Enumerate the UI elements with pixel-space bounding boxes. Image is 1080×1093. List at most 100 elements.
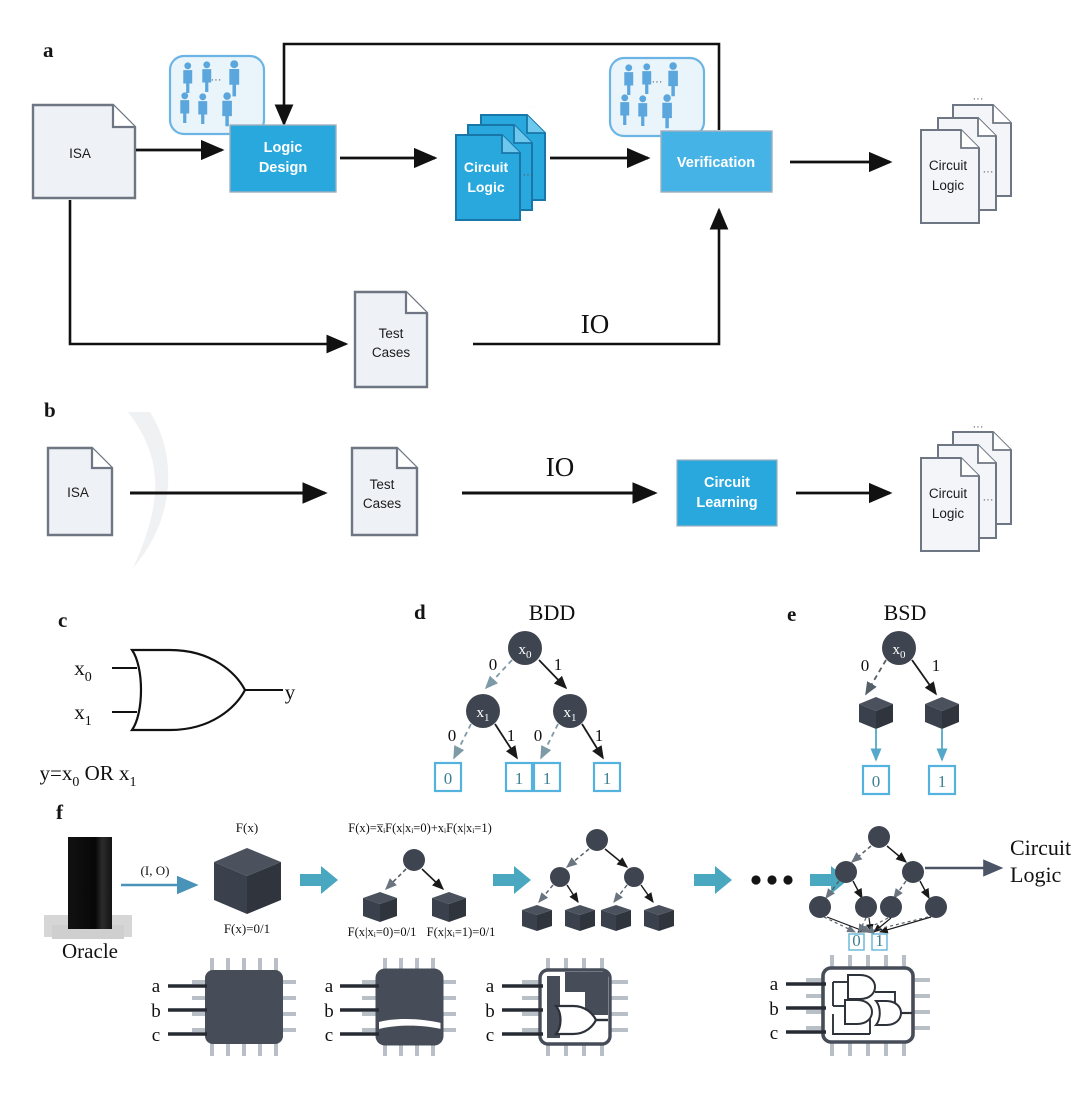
step2-edge-right bbox=[421, 868, 445, 890]
svg-text:···: ··· bbox=[983, 494, 994, 506]
pipeline-ellipsis bbox=[751, 875, 793, 885]
figure-root: a ISA ··· Logic Design Circuit Logic ···… bbox=[0, 0, 1080, 1093]
logic-design-box: Logic Design bbox=[229, 124, 337, 193]
step2-root-node bbox=[403, 849, 425, 871]
svg-text:···: ··· bbox=[983, 166, 994, 178]
step2-cube-left bbox=[363, 892, 397, 922]
chip-1-empty: a b c bbox=[151, 958, 296, 1056]
bdd-edge-l-0 bbox=[453, 723, 472, 760]
test-cases-document: Test Cases bbox=[353, 290, 429, 389]
circuit-logic-blue-line1: Circuit bbox=[464, 159, 509, 175]
or-gate-equation: y=x0 OR x1 bbox=[40, 761, 137, 790]
teal-block-arrow-3 bbox=[694, 866, 732, 894]
circuit-learning-line1: Circuit bbox=[704, 475, 750, 491]
circuit-logic-b-line1: Circuit bbox=[929, 486, 968, 501]
step4-leaf-1: 1 bbox=[871, 931, 888, 951]
test-cases-b-line2: Cases bbox=[363, 496, 402, 511]
bsd-edge-label-0: 0 bbox=[861, 656, 870, 675]
svg-text:···: ··· bbox=[973, 93, 984, 105]
panel-e-title: BSD bbox=[884, 600, 927, 625]
bdd-edge-label-2: 0 bbox=[448, 726, 457, 745]
svg-text:1: 1 bbox=[543, 769, 552, 788]
svg-text:0: 0 bbox=[444, 769, 453, 788]
panel-d-title: BDD bbox=[529, 600, 575, 625]
io-label-b: IO bbox=[546, 452, 575, 482]
isa-document-label: ISA bbox=[69, 146, 91, 161]
step2-cube-right bbox=[432, 892, 466, 922]
svg-text:1: 1 bbox=[603, 769, 612, 788]
svg-text:1: 1 bbox=[515, 769, 524, 788]
chip-2-partial: a b c bbox=[324, 958, 456, 1056]
chip-4-pin-b: b bbox=[769, 999, 779, 1020]
or-gate-input-1-label: x1 bbox=[74, 700, 92, 729]
bdd-leaf-1: 1 bbox=[504, 761, 534, 793]
panel-c-or-gate: x0 x1 y y=x0 OR x1 bbox=[40, 648, 296, 790]
io-label-a: IO bbox=[581, 309, 610, 339]
svg-text:···: ··· bbox=[211, 74, 222, 86]
chip-1-pin-c: c bbox=[152, 1025, 160, 1046]
test-cases-line2: Cases bbox=[372, 345, 411, 360]
or-gate-output-label: y bbox=[285, 680, 296, 704]
step4-final-dag: 0 1 bbox=[809, 826, 947, 951]
bdd-edge-label-4: 0 bbox=[534, 726, 543, 745]
circuit-learning-line2: Learning bbox=[696, 495, 757, 511]
panel-f-pipeline: Oracle (I, O) F(x) F(x)=0/1 F(x)=x̅ᵢF(x|… bbox=[44, 820, 1071, 1056]
teal-block-arrow-1 bbox=[300, 866, 338, 894]
step2-left-label: F(x|xᵢ=0)=0/1 bbox=[348, 925, 417, 939]
bdd-leaf-3: 1 bbox=[592, 761, 622, 793]
chip-3-pin-a: a bbox=[486, 976, 495, 997]
svg-text:···: ··· bbox=[973, 421, 984, 433]
verification-label: Verification bbox=[677, 155, 755, 171]
panel-a-diagram: ISA ··· Logic Design Circuit Logic ··· ·… bbox=[31, 42, 1012, 389]
svg-text:···: ··· bbox=[523, 169, 534, 181]
circuit-logic-b-line2: Logic bbox=[932, 506, 965, 521]
svg-text:0: 0 bbox=[852, 931, 861, 950]
oracle-label: Oracle bbox=[62, 939, 118, 963]
chip-3-pin-b: b bbox=[485, 1001, 495, 1022]
chip-4-pin-c: c bbox=[770, 1023, 778, 1044]
bsd-leaf-1: 1 bbox=[927, 764, 957, 796]
verification-box: Verification bbox=[660, 130, 773, 193]
bdd-leaf-2: 1 bbox=[532, 761, 562, 793]
or-gate-body bbox=[129, 648, 247, 732]
bsd-edge-label-1: 1 bbox=[932, 656, 941, 675]
step1-top-label: F(x) bbox=[236, 820, 258, 835]
people-group-verification: ··· bbox=[608, 56, 706, 138]
logic-design-label-line2: Design bbox=[259, 160, 307, 176]
people-group-design: ··· bbox=[168, 54, 266, 136]
arrow-isa-to-test-cases bbox=[68, 200, 349, 354]
circuit-logic-blue-line2: Logic bbox=[467, 179, 505, 195]
step2-edge-left bbox=[384, 868, 407, 891]
isa-document-b: ISA bbox=[46, 446, 114, 537]
logic-design-label-line1: Logic bbox=[264, 140, 303, 156]
chip-3-one-gate: a b c bbox=[485, 958, 628, 1056]
svg-text:1: 1 bbox=[875, 931, 884, 950]
test-cases-b-line1: Test bbox=[370, 477, 395, 492]
bdd-edge-label-0: 0 bbox=[489, 655, 498, 674]
svg-text:1: 1 bbox=[938, 772, 947, 791]
circuit-logic-gray-stack: Circuit Logic ··· ··· bbox=[920, 93, 1012, 224]
isa-document: ISA bbox=[31, 103, 137, 200]
step4-leaf-0: 0 bbox=[848, 931, 865, 951]
bdd-edge-label-3: 1 bbox=[507, 726, 516, 745]
step1-bottom-label: F(x)=0/1 bbox=[224, 921, 270, 936]
teal-block-arrow-2 bbox=[493, 866, 531, 894]
svg-text:···: ··· bbox=[530, 101, 541, 113]
step1-oracle-cube bbox=[214, 848, 281, 914]
chip-2-pin-a: a bbox=[325, 976, 334, 997]
svg-text:0: 0 bbox=[872, 772, 881, 791]
io-arrow-label: (I, O) bbox=[141, 863, 170, 878]
step2-formula: F(x)=x̅ᵢF(x|xᵢ=0)+xᵢF(x|xᵢ=1) bbox=[348, 821, 491, 835]
circuit-logic-gray-line2: Logic bbox=[932, 178, 965, 193]
circuit-logic-gray-line1: Circuit bbox=[929, 158, 968, 173]
svg-text:···: ··· bbox=[652, 76, 663, 88]
chip-2-pin-b: b bbox=[324, 1001, 334, 1022]
bsd-oracle-cube-left bbox=[859, 697, 893, 729]
chip-1-pin-b: b bbox=[151, 1001, 161, 1022]
background-swoosh bbox=[128, 412, 169, 568]
bdd-edge-label-5: 1 bbox=[595, 726, 604, 745]
bdd-edge-r-0 bbox=[540, 723, 559, 760]
chip-2-pin-c: c bbox=[325, 1025, 333, 1046]
bsd-oracle-cube-right bbox=[925, 697, 959, 729]
chip-4-full-netlist: a b c bbox=[769, 955, 930, 1056]
